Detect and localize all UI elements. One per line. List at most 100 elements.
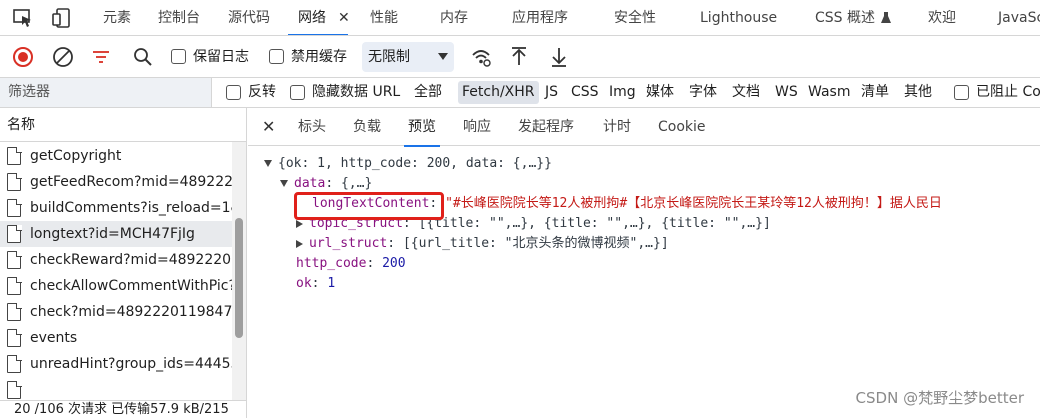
request-name: checkReward?mid=489222011 [30,252,232,268]
scrollbar-thumb[interactable] [235,218,243,338]
disable-cache-checkbox[interactable] [269,49,284,64]
tab-initiator[interactable]: 发起程序 [518,108,574,146]
tab-performance[interactable]: 性能 [370,0,398,35]
request-detail-pane: ✕ 标头 负载 预览 响应 发起程序 计时 Cookie {ok: 1, htt… [248,108,1040,418]
request-row-selected[interactable]: longtext?id=MCH47FjIg [0,221,232,247]
filter-input[interactable]: 筛选器 [0,78,212,107]
type-filter-media[interactable]: 媒体 [646,78,674,107]
tab-memory[interactable]: 内存 [440,0,468,35]
expand-triangle-icon[interactable] [280,180,288,187]
tab-response[interactable]: 响应 [463,108,491,146]
chevron-down-icon [438,53,448,60]
document-icon [7,302,22,321]
document-icon [7,276,22,295]
tab-security[interactable]: 安全性 [614,0,656,35]
document-icon [7,224,22,243]
tab-welcome[interactable]: 欢迎 [928,0,956,35]
name-column-header[interactable]: 名称 [0,108,246,142]
blocked-checkbox[interactable] [954,85,969,100]
tab-css-overview[interactable]: CSS 概述 [815,0,875,35]
tab-cookies[interactable]: Cookie [658,108,706,146]
type-filter-doc[interactable]: 文档 [732,78,760,107]
request-name: unreadHint?group_ids=44455 [30,356,232,372]
tab-headers[interactable]: 标头 [298,108,326,146]
record-stop-icon[interactable] [12,46,34,68]
type-filter-css[interactable]: CSS [571,78,599,107]
document-icon [7,328,22,347]
document-icon [7,146,22,165]
request-name: check?mid=489222011984722 [30,304,232,320]
request-name: buildComments?is_reload=1& [30,200,232,216]
preserve-log-checkbox[interactable] [171,49,186,64]
throttle-value: 无限制 [368,49,410,65]
request-row[interactable]: unreadHint?group_ids=44455 [0,351,232,377]
tab-elements[interactable]: 元素 [103,0,131,35]
type-filter-ws[interactable]: WS [775,78,798,107]
json-data-line[interactable]: data: {,…} [280,174,372,194]
tab-application[interactable]: 应用程序 [512,0,568,35]
request-name: getCopyright [30,148,122,164]
collapse-triangle-icon[interactable] [296,219,303,228]
tab-javascript-profiler[interactable]: JavaSc [998,0,1040,35]
request-row[interactable]: getFeedRecom?mid=4892220 [0,169,232,195]
request-list-scrollbar[interactable] [232,142,246,400]
search-icon[interactable] [132,46,154,68]
document-icon [7,250,22,269]
import-har-icon[interactable] [508,46,530,68]
type-filter-img[interactable]: Img [609,78,636,107]
watermark: CSDN @梵野尘梦better [855,389,1024,407]
devtools-tab-bar: 元素 控制台 源代码 网络 ✕ 性能 内存 应用程序 安全性 Lighthous… [0,0,1040,36]
network-conditions-icon[interactable] [470,46,492,68]
request-row[interactable]: checkAllowCommentWithPic?i [0,273,232,299]
hide-data-urls-checkbox[interactable] [290,85,305,100]
tab-sources[interactable]: 源代码 [228,0,270,35]
disable-cache-label: 禁用缓存 [291,49,347,65]
filter-icon[interactable] [90,46,112,68]
tab-console[interactable]: 控制台 [158,0,200,35]
type-filter-js[interactable]: JS [545,78,558,107]
tab-timing[interactable]: 计时 [603,108,631,146]
inspect-element-icon[interactable] [12,8,34,28]
hide-data-urls-label: 隐藏数据 URL [312,84,401,100]
request-row[interactable]: buildComments?is_reload=1& [0,195,232,221]
document-icon [7,172,22,191]
type-filter-fetch-xhr[interactable]: Fetch/XHR [458,81,539,104]
type-filter-all[interactable]: 全部 [414,78,442,107]
request-row[interactable]: events [0,325,232,351]
device-toolbar-icon[interactable] [52,8,74,28]
preserve-log-label: 保留日志 [193,49,249,65]
annotation-highlight-box [294,192,444,220]
type-filter-manifest[interactable]: 清单 [861,78,889,107]
tab-lighthouse[interactable]: Lighthouse [700,0,777,35]
invert-checkbox[interactable] [226,85,241,100]
invert-label: 反转 [248,84,276,100]
export-har-icon[interactable] [548,46,570,68]
tab-preview[interactable]: 预览 [404,108,440,147]
request-list-pane: 名称 getCopyright getFeedRecom?mid=4892220… [0,108,247,418]
expand-triangle-icon[interactable] [264,160,272,167]
filter-bar: 筛选器 反转 隐藏数据 URL 全部 Fetch/XHR JS CSS Img … [0,78,1040,108]
experiment-flask-icon [880,11,892,29]
json-root-line[interactable]: {ok: 1, http_code: 200, data: {,…}} [264,154,552,174]
close-detail-icon[interactable]: ✕ [262,108,275,146]
tab-network[interactable]: 网络 [288,0,348,35]
tab-payload[interactable]: 负载 [353,108,381,146]
json-url-line[interactable]: url_struct: [{url_title: "北京头条的微博视频",…}] [296,234,669,254]
blocked-label: 已阻止 Co [976,84,1040,100]
request-row[interactable]: checkReward?mid=489222011 [0,247,232,273]
document-icon [7,354,22,373]
clear-icon[interactable] [52,46,74,68]
document-icon [7,380,22,399]
json-http-code-line: http_code: 200 [296,256,406,271]
request-row-partial[interactable] [0,377,232,399]
close-tab-icon[interactable]: ✕ [338,0,350,35]
request-row[interactable]: getCopyright [0,143,232,169]
type-filter-other[interactable]: 其他 [904,78,932,107]
request-row[interactable]: check?mid=489222011984722 [0,299,232,325]
json-ok-line: ok: 1 [296,276,336,291]
type-filter-wasm[interactable]: Wasm [808,78,850,107]
throttle-select[interactable]: 无限制 [362,42,454,72]
request-name: events [30,330,78,346]
collapse-triangle-icon[interactable] [296,239,303,248]
type-filter-font[interactable]: 字体 [689,78,717,107]
